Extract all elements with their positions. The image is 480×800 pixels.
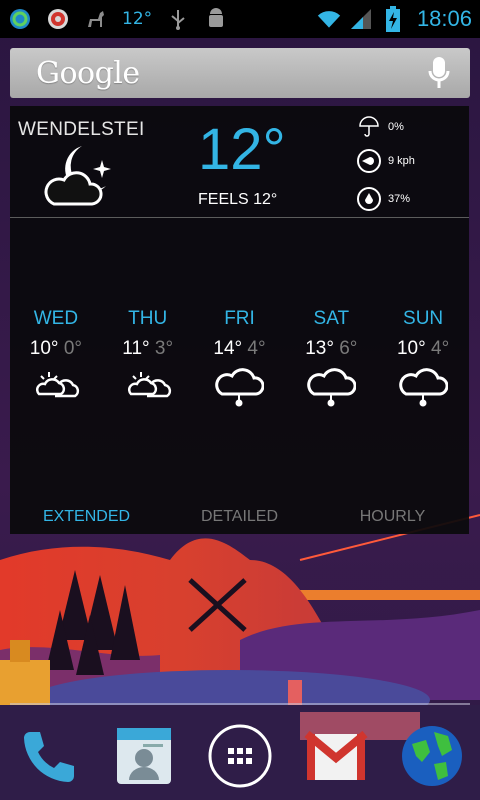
- google-search-bar[interactable]: Google: [10, 48, 470, 98]
- contacts-icon[interactable]: [104, 716, 184, 796]
- rain-cloud-icon: [398, 364, 449, 408]
- wind-value: 9 kph: [388, 155, 415, 167]
- umbrella-icon: [356, 114, 382, 140]
- forecast-row: WED 10° 0° THU 11° 3° FRI 14° 4° SAT 13°…: [10, 308, 469, 408]
- sync-icon: [8, 7, 32, 31]
- precipitation-stat: 0%: [356, 114, 404, 140]
- gmail-icon[interactable]: [296, 716, 376, 796]
- usb-icon: [166, 7, 190, 31]
- forecast-temps: 10° 4°: [377, 338, 469, 360]
- humidity-icon: [356, 186, 382, 212]
- partly-cloudy-icon: [31, 364, 81, 408]
- forecast-low: 0°: [63, 338, 82, 359]
- forecast-day[interactable]: THU 11° 3°: [102, 308, 194, 408]
- forecast-high: 14°: [213, 338, 243, 359]
- dock-divider: [10, 703, 470, 705]
- current-temperature: 12°: [198, 117, 286, 182]
- tab-hourly[interactable]: HOURLY: [316, 508, 469, 526]
- humidity-value: 37%: [388, 193, 411, 205]
- forecast-high: 13°: [305, 338, 334, 359]
- rain-cloud-icon: [306, 364, 357, 408]
- forecast-temps: 14° 4°: [194, 338, 286, 360]
- partly-cloudy-icon: [123, 364, 173, 408]
- forecast-day[interactable]: FRI 14° 4°: [194, 308, 286, 408]
- forecast-day[interactable]: SUN 10° 4°: [377, 308, 469, 408]
- forecast-low: 3°: [154, 338, 174, 359]
- precipitation-value: 0%: [388, 121, 404, 133]
- forecast-temps: 13° 6°: [285, 338, 377, 360]
- forecast-day[interactable]: WED 10° 0°: [10, 308, 102, 408]
- forecast-day-name: FRI: [224, 308, 255, 329]
- rain-cloud-icon: [214, 364, 266, 408]
- lastpass-icon: [46, 7, 70, 31]
- tab-extended[interactable]: EXTENDED: [10, 508, 163, 526]
- battery-charging-icon: [381, 6, 405, 32]
- weather-widget[interactable]: WENDELSTEI 12° FEELS 12° 0% 9 kph 37% WE…: [10, 106, 469, 534]
- moon-cloud-icon: [40, 142, 120, 212]
- status-time: 18:06: [416, 6, 472, 31]
- microphone-icon[interactable]: [422, 53, 456, 93]
- forecast-high: 11°: [122, 338, 150, 359]
- google-logo: Google: [36, 55, 140, 91]
- dock: [0, 712, 480, 800]
- status-bar: 12° 18:06: [0, 0, 480, 38]
- wifi-icon: [317, 7, 341, 31]
- phone-icon[interactable]: [8, 716, 88, 796]
- alpaca-icon: [84, 7, 108, 31]
- forecast-day-name: WED: [33, 308, 79, 329]
- signal-icon: [349, 7, 373, 31]
- forecast-day-name: SUN: [403, 308, 444, 329]
- forecast-low: 4°: [431, 338, 450, 359]
- forecast-high: 10°: [29, 338, 59, 359]
- status-temperature: 12°: [122, 9, 153, 29]
- browser-icon[interactable]: [392, 716, 472, 796]
- forecast-temps: 11° 3°: [102, 338, 194, 360]
- forecast-low: 6°: [339, 338, 358, 359]
- location-name: WENDELSTEI: [18, 119, 145, 140]
- forecast-temps: 10° 0°: [10, 338, 102, 360]
- android-debug-icon: [204, 7, 228, 31]
- widget-tabs: EXTENDED DETAILED HOURLY: [10, 500, 469, 534]
- forecast-day-name: THU: [128, 308, 168, 329]
- forecast-low: 4°: [247, 338, 266, 359]
- forecast-day[interactable]: SAT 13° 6°: [285, 308, 377, 408]
- humidity-stat: 37%: [356, 186, 410, 212]
- wind-icon: [356, 148, 382, 174]
- forecast-high: 10°: [396, 338, 426, 359]
- current-conditions: WENDELSTEI 12° FEELS 12° 0% 9 kph 37%: [10, 106, 469, 218]
- feels-like: FEELS 12°: [198, 191, 278, 208]
- forecast-day-name: SAT: [313, 308, 350, 329]
- tab-detailed[interactable]: DETAILED: [163, 508, 316, 526]
- app-drawer-icon[interactable]: [200, 716, 280, 796]
- wind-stat: 9 kph: [356, 148, 415, 174]
